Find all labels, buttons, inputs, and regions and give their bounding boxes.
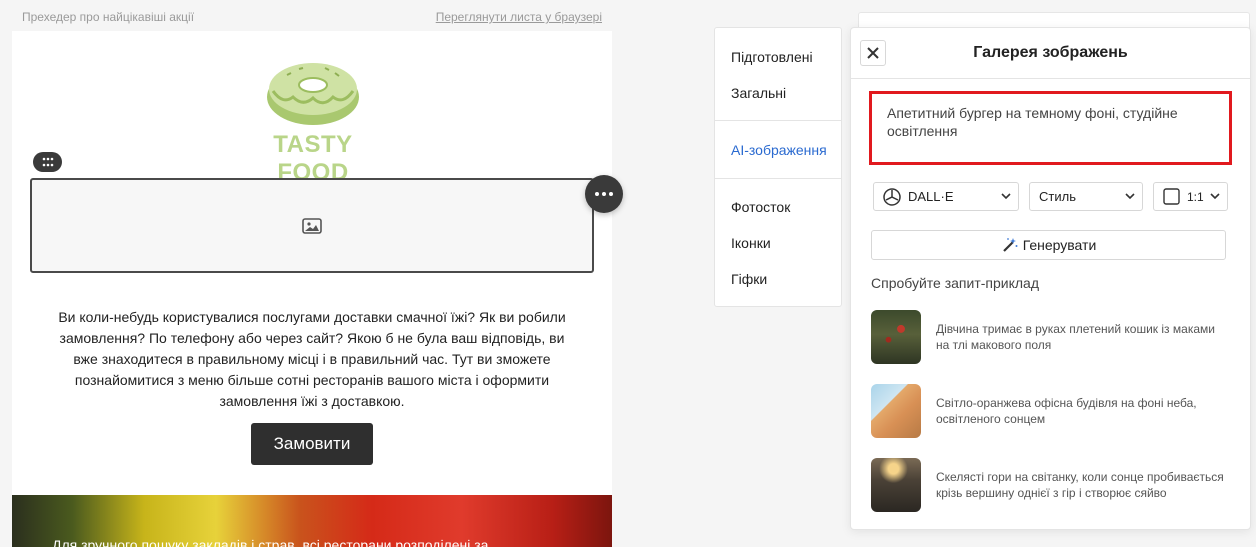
bottom-text[interactable]: Для зручного пошуку закладів і страв, вс… — [52, 537, 488, 547]
email-canvas: TASTY FOOD Ви коли-небудь користувалися … — [12, 31, 612, 547]
preheader-text[interactable]: Прехедер про найцікавіші акції — [22, 10, 194, 24]
style-select-value: Стиль — [1039, 189, 1076, 204]
generate-button-label: Генерувати — [1022, 237, 1097, 253]
gallery-category-menu: Підготовлені Загальні AI-зображення Фото… — [714, 27, 842, 307]
example-prompts-label: Спробуйте запит-приклад — [871, 275, 1039, 291]
category-photostock[interactable]: Фотосток — [731, 199, 790, 215]
category-divider — [715, 178, 842, 179]
view-in-browser-link[interactable]: Переглянути листа у браузері — [436, 10, 602, 24]
example-thumbnail — [871, 310, 921, 364]
example-thumbnail — [871, 384, 921, 438]
category-icons[interactable]: Іконки — [731, 235, 771, 251]
example-prompt-item[interactable]: Скелясті гори на світанку, коли сонце пр… — [871, 458, 1231, 512]
order-button[interactable]: Замовити — [251, 423, 373, 465]
aspect-ratio-select[interactable]: 1:1 — [1153, 182, 1228, 211]
square-ratio-icon — [1163, 188, 1180, 205]
more-options-button[interactable] — [585, 175, 623, 213]
image-icon — [302, 217, 322, 234]
openai-icon — [883, 187, 901, 206]
drag-handle-icon[interactable] — [33, 152, 62, 172]
example-prompt-text: Дівчина тримає в руках плетений кошик із… — [936, 322, 1215, 352]
category-general[interactable]: Загальні — [731, 85, 786, 101]
example-prompt-text: Світло-оранжева офісна будівля на фоні н… — [936, 396, 1197, 426]
style-select[interactable]: Стиль — [1029, 182, 1143, 211]
example-prompt-item[interactable]: Світло-оранжева офісна будівля на фоні н… — [871, 384, 1231, 438]
donut-logo-icon — [267, 63, 359, 125]
category-prepared[interactable]: Підготовлені — [731, 49, 813, 65]
panel-header: Галерея зображень — [851, 28, 1250, 79]
generate-button[interactable]: Генерувати — [871, 230, 1226, 260]
example-thumbnail — [871, 458, 921, 512]
chevron-down-icon — [1210, 193, 1220, 200]
chevron-down-icon — [1125, 193, 1135, 200]
example-prompt-item[interactable]: Дівчина тримає в руках плетений кошик із… — [871, 310, 1231, 364]
email-body-text[interactable]: Ви коли-небудь користувалися послугами д… — [50, 307, 574, 412]
editor-root: Прехедер про найцікавіші акції Перегляну… — [0, 0, 1256, 547]
category-gifs[interactable]: Гіфки — [731, 271, 767, 287]
image-placeholder-block[interactable] — [30, 178, 594, 273]
category-ai-images[interactable]: AI-зображення — [731, 142, 827, 158]
ellipsis-icon — [595, 192, 613, 196]
logo[interactable]: TASTY FOOD — [236, 51, 390, 186]
model-select[interactable]: DALL·E — [873, 182, 1019, 211]
category-divider — [715, 120, 842, 121]
ratio-select-value: 1:1 — [1187, 189, 1204, 204]
example-prompt-text: Скелясті гори на світанку, коли сонце пр… — [936, 470, 1224, 500]
magic-wand-icon — [1002, 238, 1018, 252]
panel-title: Галерея зображень — [973, 44, 1128, 61]
chevron-down-icon — [1001, 193, 1011, 200]
model-select-value: DALL·E — [908, 189, 954, 204]
image-gallery-panel: Галерея зображень Апетитний бургер на те… — [850, 27, 1251, 530]
prompt-input[interactable]: Апетитний бургер на темному фоні, студій… — [869, 91, 1232, 165]
